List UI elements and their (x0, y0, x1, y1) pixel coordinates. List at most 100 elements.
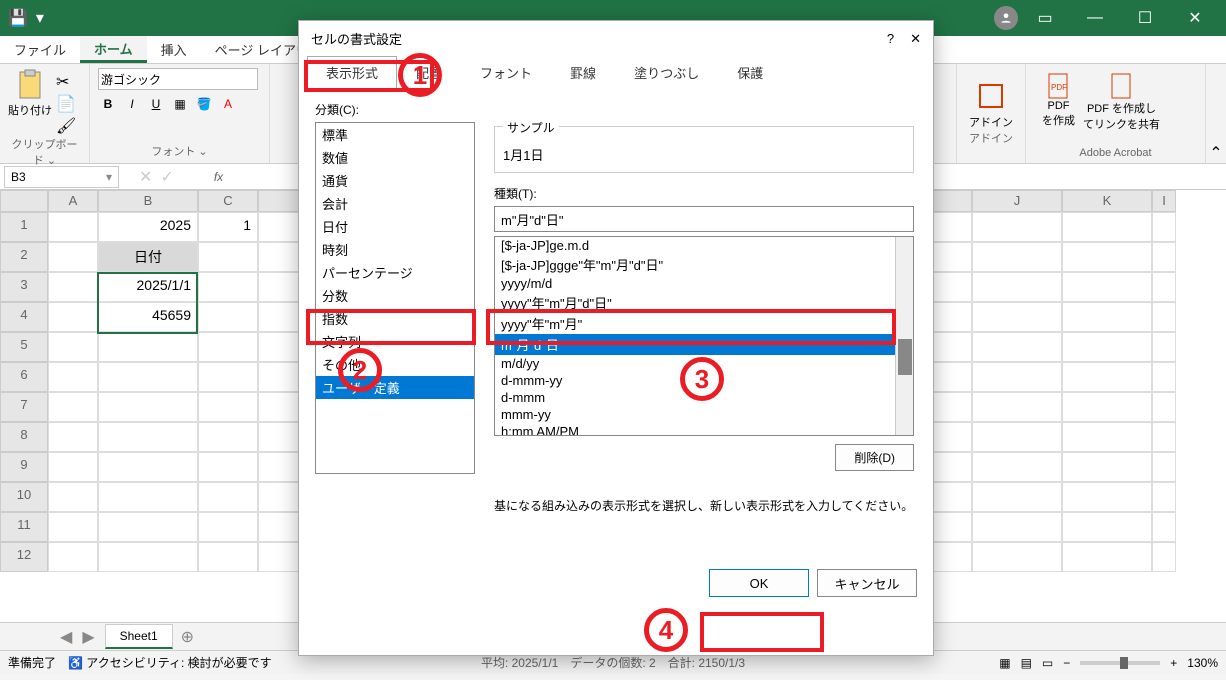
cell[interactable] (98, 512, 198, 542)
cell[interactable] (972, 392, 1062, 422)
zoom-in-icon[interactable]: + (1170, 656, 1177, 670)
cell[interactable] (1152, 512, 1176, 542)
cell[interactable] (48, 302, 98, 332)
row-header[interactable]: 10 (0, 482, 48, 512)
cell[interactable] (1062, 272, 1152, 302)
bold-button[interactable]: B (98, 94, 118, 114)
tab-file[interactable]: ファイル (0, 36, 80, 63)
row-header[interactable]: 2 (0, 242, 48, 272)
cut-icon[interactable]: ✂ (56, 72, 76, 92)
cell[interactable] (1152, 542, 1176, 572)
category-item[interactable]: その他 (316, 353, 474, 376)
cell[interactable] (1152, 452, 1176, 482)
cell[interactable] (48, 242, 98, 272)
cell[interactable] (1062, 362, 1152, 392)
cancel-icon[interactable]: ✕ (139, 167, 152, 187)
category-item[interactable]: ユーザー定義 (316, 376, 474, 399)
cell[interactable] (1152, 362, 1176, 392)
cell[interactable] (972, 452, 1062, 482)
cancel-button[interactable]: キャンセル (817, 569, 917, 597)
cell[interactable] (48, 482, 98, 512)
col-header-i[interactable]: I (1152, 190, 1176, 212)
cell[interactable] (1152, 482, 1176, 512)
row-header[interactable]: 9 (0, 452, 48, 482)
cell[interactable] (972, 272, 1062, 302)
cell[interactable] (972, 542, 1062, 572)
zoom-level[interactable]: 130% (1187, 656, 1218, 670)
delete-button[interactable]: 削除(D) (835, 444, 914, 471)
row-header[interactable]: 11 (0, 512, 48, 542)
category-item[interactable]: 日付 (316, 215, 474, 238)
cell[interactable] (48, 452, 98, 482)
type-item[interactable]: mmm-yy (495, 406, 913, 423)
addins-button[interactable]: アドイン (969, 81, 1013, 130)
cell[interactable] (1152, 242, 1176, 272)
dtab-align[interactable]: 配置 (397, 56, 461, 89)
font-color-button[interactable]: A (218, 94, 238, 114)
cell[interactable] (1152, 302, 1176, 332)
cell[interactable] (972, 212, 1062, 242)
cell[interactable] (1062, 422, 1152, 452)
font-family-select[interactable] (98, 68, 258, 90)
col-header-c[interactable]: C (198, 190, 258, 212)
cell[interactable] (1062, 452, 1152, 482)
cell[interactable] (198, 452, 258, 482)
close-window-icon[interactable]: ✕ (1172, 0, 1218, 36)
type-input[interactable] (494, 206, 914, 232)
cell[interactable] (48, 272, 98, 302)
pdf-create-button[interactable]: PDF PDF を作成 (1042, 72, 1075, 132)
underline-button[interactable]: U (146, 94, 166, 114)
type-item[interactable]: yyyy/m/d (495, 275, 913, 292)
row-header[interactable]: 12 (0, 542, 48, 572)
scrollbar[interactable] (895, 237, 913, 436)
type-item[interactable]: yyyy"年"m"月"d"日" (495, 292, 913, 313)
cell[interactable] (1152, 272, 1176, 302)
fill-color-button[interactable]: 🪣 (194, 94, 214, 114)
dialog-close-icon[interactable]: ✕ (910, 31, 921, 47)
category-item[interactable]: 時刻 (316, 238, 474, 261)
cell[interactable] (972, 332, 1062, 362)
row-header[interactable]: 7 (0, 392, 48, 422)
category-item[interactable]: 分数 (316, 284, 474, 307)
cell[interactable] (198, 272, 258, 302)
cell[interactable] (1152, 332, 1176, 362)
cell[interactable] (1062, 332, 1152, 362)
row-header[interactable]: 6 (0, 362, 48, 392)
dtab-protect[interactable]: 保護 (718, 56, 782, 89)
dtab-format[interactable]: 表示形式 (307, 56, 397, 89)
cell[interactable] (198, 482, 258, 512)
save-icon[interactable]: 💾 (8, 8, 28, 28)
row-header[interactable]: 3 (0, 272, 48, 302)
cell[interactable] (1152, 422, 1176, 452)
type-item[interactable]: yyyy"年"m"月" (495, 313, 913, 334)
cell[interactable] (48, 332, 98, 362)
fx-icon[interactable]: fx (214, 170, 223, 184)
pdf-share-button[interactable]: PDF を作成し てリンクを共有 (1083, 72, 1160, 132)
zoom-out-icon[interactable]: − (1063, 656, 1070, 670)
sheet-tab[interactable]: Sheet1 (105, 624, 173, 649)
cell[interactable] (972, 362, 1062, 392)
cell[interactable] (972, 482, 1062, 512)
type-item[interactable]: m/d/yy (495, 355, 913, 372)
row-header[interactable]: 4 (0, 302, 48, 332)
avatar[interactable] (994, 6, 1018, 30)
cell[interactable] (1062, 212, 1152, 242)
cell[interactable] (1062, 542, 1152, 572)
category-item[interactable]: 標準 (316, 123, 474, 146)
cell[interactable] (198, 332, 258, 362)
collapse-ribbon-icon[interactable]: ⌃ (1209, 143, 1222, 163)
cell[interactable] (98, 482, 198, 512)
cell[interactable] (1152, 392, 1176, 422)
tab-insert[interactable]: 挿入 (147, 36, 201, 63)
paste-button[interactable]: 貼り付け (8, 68, 52, 118)
add-sheet-icon[interactable]: ⊕ (181, 627, 194, 647)
row-header[interactable]: 5 (0, 332, 48, 362)
minimize-icon[interactable]: — (1072, 0, 1118, 36)
cell[interactable] (1062, 482, 1152, 512)
cell[interactable] (972, 422, 1062, 452)
category-list[interactable]: 標準数値通貨会計日付時刻パーセンテージ分数指数文字列その他ユーザー定義 (315, 122, 475, 474)
cell[interactable] (198, 392, 258, 422)
cell[interactable] (48, 362, 98, 392)
col-header-a[interactable]: A (48, 190, 98, 212)
row-header[interactable]: 1 (0, 212, 48, 242)
